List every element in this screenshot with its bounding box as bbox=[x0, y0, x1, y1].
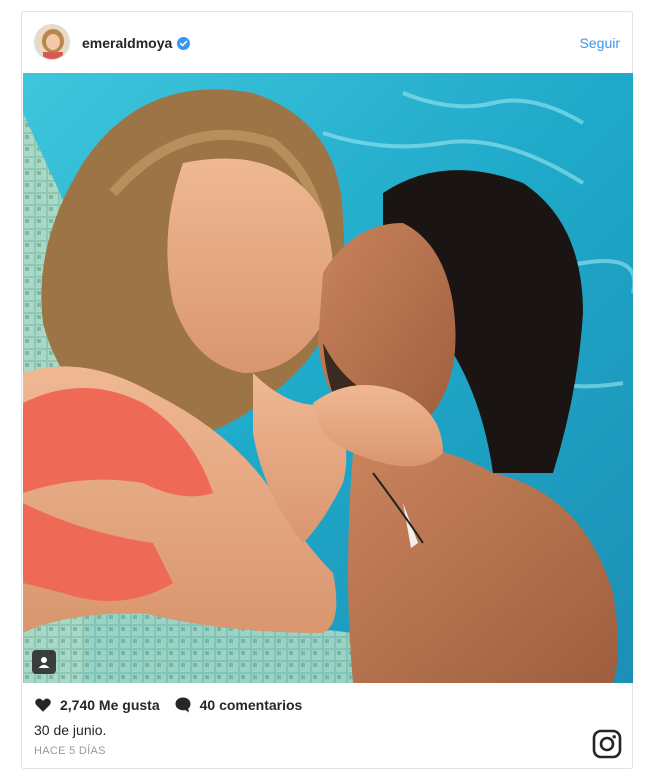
likes-count[interactable]: 2,740 Me gusta bbox=[34, 696, 160, 714]
instagram-embed-card: emeraldmoya Seguir 2,740 Me gusta 40 com… bbox=[21, 11, 633, 769]
username-text: emeraldmoya bbox=[82, 35, 173, 51]
instagram-logo-icon[interactable] bbox=[592, 729, 622, 759]
avatar[interactable] bbox=[34, 24, 70, 60]
comments-count[interactable]: 40 comentarios bbox=[174, 696, 303, 714]
post-timestamp[interactable]: HACE 5 DÍAS bbox=[34, 745, 106, 757]
follow-button[interactable]: Seguir bbox=[580, 35, 620, 51]
post-stats: 2,740 Me gusta 40 comentarios bbox=[34, 696, 316, 714]
likes-label: 2,740 Me gusta bbox=[60, 697, 160, 713]
heart-icon bbox=[34, 696, 52, 714]
post-header: emeraldmoya Seguir bbox=[22, 12, 632, 74]
post-photo[interactable] bbox=[23, 73, 633, 683]
username-link[interactable]: emeraldmoya bbox=[82, 35, 191, 51]
speech-bubble-icon bbox=[174, 696, 192, 714]
comments-label: 40 comentarios bbox=[199, 697, 303, 713]
verified-badge-icon bbox=[177, 36, 191, 50]
user-tag-icon[interactable] bbox=[32, 650, 56, 674]
post-caption: 30 de junio. bbox=[34, 722, 107, 738]
